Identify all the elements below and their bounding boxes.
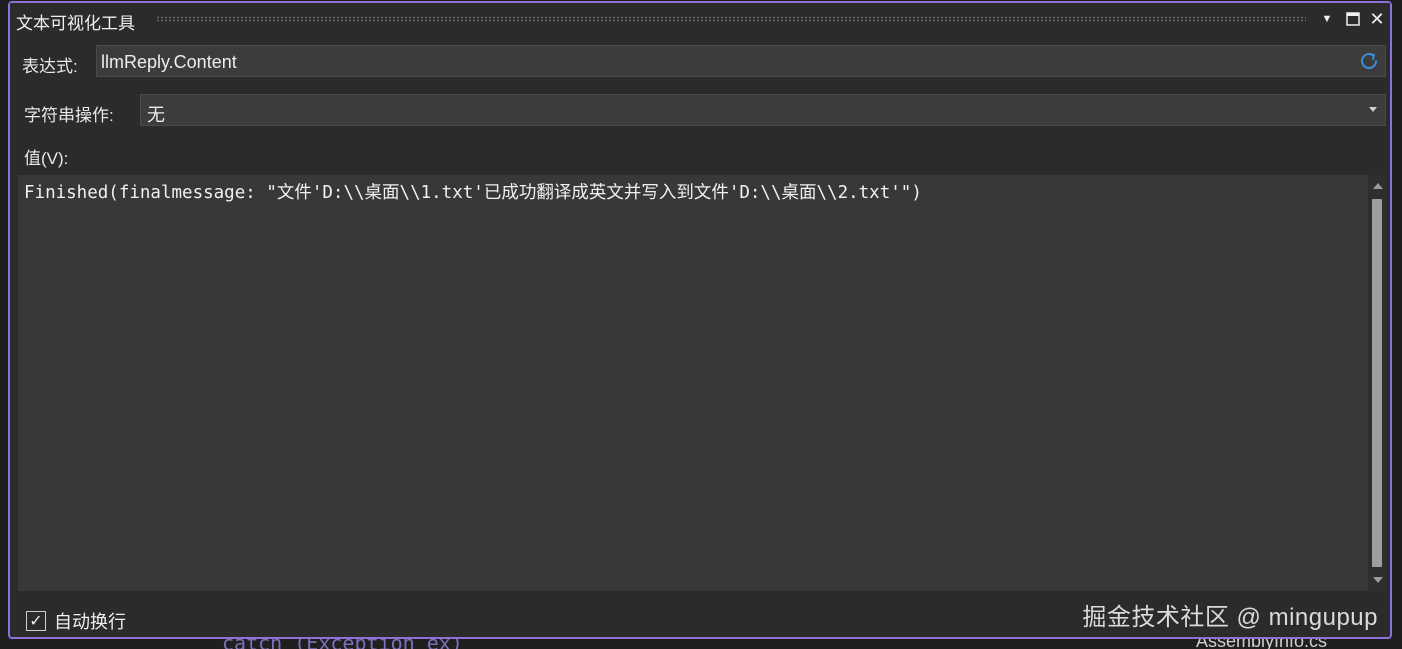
chevron-down-icon: ▼ <box>1321 13 1333 25</box>
refresh-icon[interactable] <box>1357 49 1381 73</box>
ide-code-editor-strip: catch (Exception ex) AssemblyInfo.cs <box>0 639 1402 649</box>
expression-label: 表达式: <box>22 57 78 76</box>
chevron-down-icon <box>1369 107 1377 112</box>
background-file-fragment: AssemblyInfo.cs <box>1196 639 1328 649</box>
window-title: 文本可视化工具 <box>16 14 135 33</box>
string-operation-selected: 无 <box>147 105 165 125</box>
value-textarea[interactable]: Finished(finalmessage: "文件'D:\\桌面\\1.txt… <box>18 175 1386 591</box>
expression-value: llmReply.Content <box>101 52 237 72</box>
word-wrap-label: 自动换行 <box>54 612 126 632</box>
maximize-button[interactable] <box>1342 7 1364 31</box>
watermark: 掘金技术社区 @ mingupup <box>1082 604 1378 631</box>
maximize-icon <box>1346 12 1360 26</box>
background-code-fragment: catch (Exception ex) <box>222 639 463 649</box>
vertical-scrollbar[interactable] <box>1368 175 1386 591</box>
string-operation-label: 字符串操作: <box>24 106 114 125</box>
word-wrap-option[interactable]: ✓ 自动换行 <box>26 608 126 634</box>
expression-field[interactable]: llmReply.Content <box>96 45 1386 77</box>
text-visualizer-dialog: 文本可视化工具 ▼ ✕ 表达式: llmReply.Content 字符串操作:… <box>8 1 1392 639</box>
window-menu-dropdown-button[interactable]: ▼ <box>1316 7 1338 31</box>
scroll-thumb[interactable] <box>1372 199 1382 567</box>
scroll-down-icon[interactable] <box>1373 577 1383 583</box>
checkmark-icon: ✓ <box>29 613 43 630</box>
close-button[interactable]: ✕ <box>1366 7 1388 31</box>
string-operation-select[interactable]: 无 <box>140 94 1386 126</box>
close-icon: ✕ <box>1369 8 1385 29</box>
scroll-up-icon[interactable] <box>1373 183 1383 189</box>
word-wrap-checkbox[interactable]: ✓ <box>26 611 46 631</box>
value-label: 值(V): <box>24 149 69 168</box>
title-grip-pattern[interactable] <box>156 16 1306 22</box>
title-bar[interactable]: 文本可视化工具 ▼ ✕ <box>10 3 1390 35</box>
value-text: Finished(finalmessage: "文件'D:\\桌面\\1.txt… <box>24 183 922 203</box>
